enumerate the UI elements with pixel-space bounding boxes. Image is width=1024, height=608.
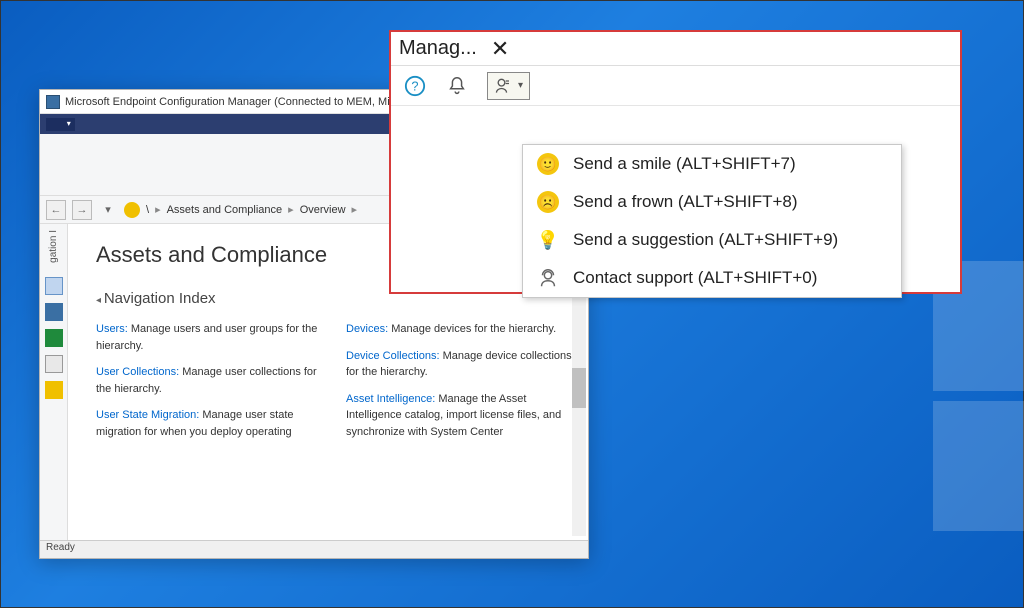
breadcrumb-root-icon <box>124 202 140 218</box>
status-text: Ready <box>46 542 75 553</box>
overlay-title: Manag... <box>399 37 477 60</box>
overlay-toolbar: ? ▾ <box>391 66 960 106</box>
link-user-state-migration[interactable]: User State Migration: <box>96 409 199 421</box>
overlay-titlebar: Manag... ✕ <box>391 32 960 66</box>
link-users[interactable]: Users: <box>96 323 128 335</box>
status-bar: Ready <box>40 540 588 558</box>
side-icon-overview[interactable] <box>45 277 63 295</box>
menu-send-frown[interactable]: ☹️ Send a frown (ALT+SHIFT+8) <box>523 183 901 221</box>
feedback-dropdown-button[interactable]: ▾ <box>487 72 530 100</box>
menu-send-suggestion[interactable]: 💡 Send a suggestion (ALT+SHIFT+9) <box>523 221 901 259</box>
close-icon[interactable]: ✕ <box>491 36 509 62</box>
link-device-collections[interactable]: Device Collections: <box>346 350 440 362</box>
nav-dropdown-button[interactable]: ▾ <box>98 200 118 220</box>
bell-icon[interactable] <box>445 74 469 98</box>
side-tab-label: gation I <box>48 230 59 263</box>
menu-send-smile[interactable]: 🙂 Send a smile (ALT+SHIFT+7) <box>523 145 901 183</box>
breadcrumb-root[interactable]: \ <box>146 204 149 216</box>
file-menu-button[interactable] <box>46 118 75 131</box>
nav-forward-button[interactable]: → <box>72 200 92 220</box>
headset-icon <box>537 267 559 289</box>
app-title: Microsoft Endpoint Configuration Manager… <box>65 96 390 108</box>
app-icon <box>46 95 60 109</box>
feedback-dropdown-menu: 🙂 Send a smile (ALT+SHIFT+7) ☹️ Send a f… <box>522 144 902 298</box>
breadcrumb-seg2[interactable]: Overview <box>300 204 346 216</box>
side-icon-assets[interactable] <box>45 303 63 321</box>
link-asset-intelligence[interactable]: Asset Intelligence: <box>346 393 435 405</box>
side-rail: gation I <box>40 224 68 540</box>
svg-text:?: ? <box>411 78 418 93</box>
frown-icon: ☹️ <box>537 191 559 213</box>
smile-icon: 🙂 <box>537 153 559 175</box>
link-user-collections[interactable]: User Collections: <box>96 366 179 378</box>
link-devices[interactable]: Devices: <box>346 323 388 335</box>
menu-contact-support[interactable]: Contact support (ALT+SHIFT+0) <box>523 259 901 297</box>
side-icon-software[interactable] <box>45 329 63 347</box>
nav-back-button[interactable]: ← <box>46 200 66 220</box>
side-icon-admin[interactable] <box>45 381 63 399</box>
lightbulb-icon: 💡 <box>537 229 559 251</box>
help-icon[interactable]: ? <box>403 74 427 98</box>
breadcrumb-seg1[interactable]: Assets and Compliance <box>167 204 283 216</box>
side-icon-monitoring[interactable] <box>45 355 63 373</box>
feedback-overlay: Manag... ✕ ? ▾ 🙂 Send a smile (ALT+SHIFT… <box>389 30 962 294</box>
